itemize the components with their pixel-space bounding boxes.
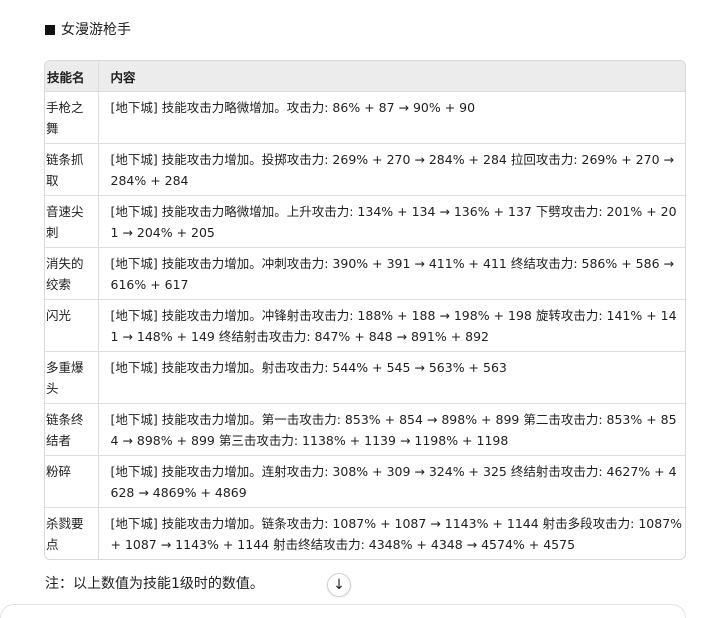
table-row: 链条终结者 [地下城] 技能攻击力增加。第一击攻击力: 853% + 854 →… bbox=[45, 403, 685, 456]
skill-name-cell: 闪光 bbox=[45, 299, 99, 352]
skill-name-cell: 音速尖刺 bbox=[45, 195, 99, 248]
skill-content-cell: [地下城] 技能攻击力略微增加。上升攻击力: 134% + 134 → 136%… bbox=[98, 195, 685, 248]
header-content: 内容 bbox=[98, 61, 685, 92]
table-row: 音速尖刺 [地下城] 技能攻击力略微增加。上升攻击力: 134% + 134 →… bbox=[45, 195, 685, 248]
skill-table: 技能名 内容 手枪之舞 [地下城] 技能攻击力略微增加。攻击力: 86% + 8… bbox=[44, 60, 686, 560]
arrow-down-icon: ↓ bbox=[333, 577, 345, 593]
table-row: 消失的绞索 [地下城] 技能攻击力增加。冲刺攻击力: 390% + 391 → … bbox=[45, 247, 685, 300]
skill-content-cell: [地下城] 技能攻击力增加。投掷攻击力: 269% + 270 → 284% +… bbox=[98, 143, 685, 196]
skill-name-cell: 消失的绞索 bbox=[45, 247, 99, 300]
header-skill-name: 技能名 bbox=[45, 61, 99, 92]
table-header-row: 技能名 内容 bbox=[45, 61, 685, 92]
skill-content-cell: [地下城] 技能攻击力增加。射击攻击力: 544% + 545 → 563% +… bbox=[98, 351, 685, 404]
table-row: 手枪之舞 [地下城] 技能攻击力略微增加。攻击力: 86% + 87 → 90%… bbox=[45, 91, 685, 144]
table-row: 粉碎 [地下城] 技能攻击力增加。连射攻击力: 308% + 309 → 324… bbox=[45, 455, 685, 508]
skill-content-cell: [地下城] 技能攻击力略微增加。攻击力: 86% + 87 → 90% + 90 bbox=[98, 91, 685, 144]
skill-name-cell: 链条终结者 bbox=[45, 403, 99, 456]
message-input-box[interactable] bbox=[0, 604, 686, 618]
table-row: 链条抓取 [地下城] 技能攻击力增加。投掷攻击力: 269% + 270 → 2… bbox=[45, 143, 685, 196]
skill-name-cell: 杀戮要点 bbox=[45, 507, 99, 559]
skill-content-cell: [地下城] 技能攻击力增加。冲锋射击攻击力: 188% + 188 → 198%… bbox=[98, 299, 685, 352]
black-square-icon bbox=[45, 25, 55, 35]
section-title: 女漫游枪手 bbox=[61, 22, 131, 38]
skill-name-cell: 多重爆头 bbox=[45, 351, 99, 404]
table-row: 杀戮要点 [地下城] 技能攻击力增加。链条攻击力: 1087% + 1087 →… bbox=[45, 507, 685, 559]
skill-content-cell: [地下城] 技能攻击力增加。冲刺攻击力: 390% + 391 → 411% +… bbox=[98, 247, 685, 300]
skill-name-cell: 链条抓取 bbox=[45, 143, 99, 196]
scroll-down-button[interactable]: ↓ bbox=[327, 573, 351, 597]
skill-content-cell: [地下城] 技能攻击力增加。连射攻击力: 308% + 309 → 324% +… bbox=[98, 455, 685, 508]
skill-content-cell: [地下城] 技能攻击力增加。第一击攻击力: 853% + 854 → 898% … bbox=[98, 403, 685, 456]
skill-name-cell: 粉碎 bbox=[45, 455, 99, 508]
table-row: 闪光 [地下城] 技能攻击力增加。冲锋射击攻击力: 188% + 188 → 1… bbox=[45, 299, 685, 352]
skill-content-cell: [地下城] 技能攻击力增加。链条攻击力: 1087% + 1087 → 1143… bbox=[98, 507, 685, 559]
section-heading: 女漫游枪手 bbox=[45, 19, 131, 41]
footnote: 注：以上数值为技能1级时的数值。 bbox=[45, 576, 264, 592]
table-row: 多重爆头 [地下城] 技能攻击力增加。射击攻击力: 544% + 545 → 5… bbox=[45, 351, 685, 404]
chat-response: 女漫游枪手 技能名 内容 手枪之舞 [地下城] 技能攻击力略微增加。攻击力: 8… bbox=[0, 0, 722, 618]
skill-name-cell: 手枪之舞 bbox=[45, 91, 99, 144]
